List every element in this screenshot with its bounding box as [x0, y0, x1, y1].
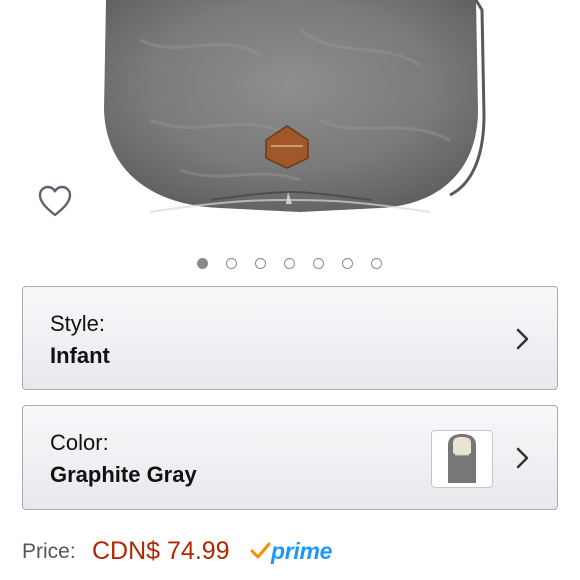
pagination-dot[interactable] [341, 258, 353, 269]
prime-badge: prime [249, 536, 332, 566]
pagination-dot[interactable] [312, 258, 324, 269]
checkmark-icon [250, 542, 271, 559]
pagination-dot[interactable] [254, 258, 266, 269]
pagination-dot[interactable] [225, 258, 237, 269]
prime-text: prime [271, 537, 333, 564]
product-image[interactable] [0, 0, 580, 250]
wishlist-heart-button[interactable] [34, 180, 76, 222]
chevron-right-icon [516, 328, 529, 350]
color-label: Color: [50, 430, 109, 455]
color-selector[interactable]: Color: Graphite Gray [22, 405, 558, 510]
color-swatch-thumbnail [431, 430, 493, 488]
product-photo [104, 0, 486, 213]
chevron-right-icon [516, 447, 529, 469]
style-label: Style: [50, 311, 106, 336]
pagination-dot[interactable] [196, 258, 208, 269]
pagination-dot[interactable] [283, 258, 295, 269]
image-pagination-dots [0, 256, 580, 274]
style-selector[interactable]: Style: Infant [22, 286, 558, 390]
price-label: Price: [22, 540, 76, 563]
pagination-dot[interactable] [370, 258, 382, 269]
style-value: Infant [50, 343, 110, 368]
price-value: CDN$ 74.99 [92, 537, 230, 565]
heart-outline-icon [38, 185, 72, 217]
price-row: Price: CDN$ 74.99 prime [22, 536, 562, 570]
color-value: Graphite Gray [50, 462, 197, 487]
